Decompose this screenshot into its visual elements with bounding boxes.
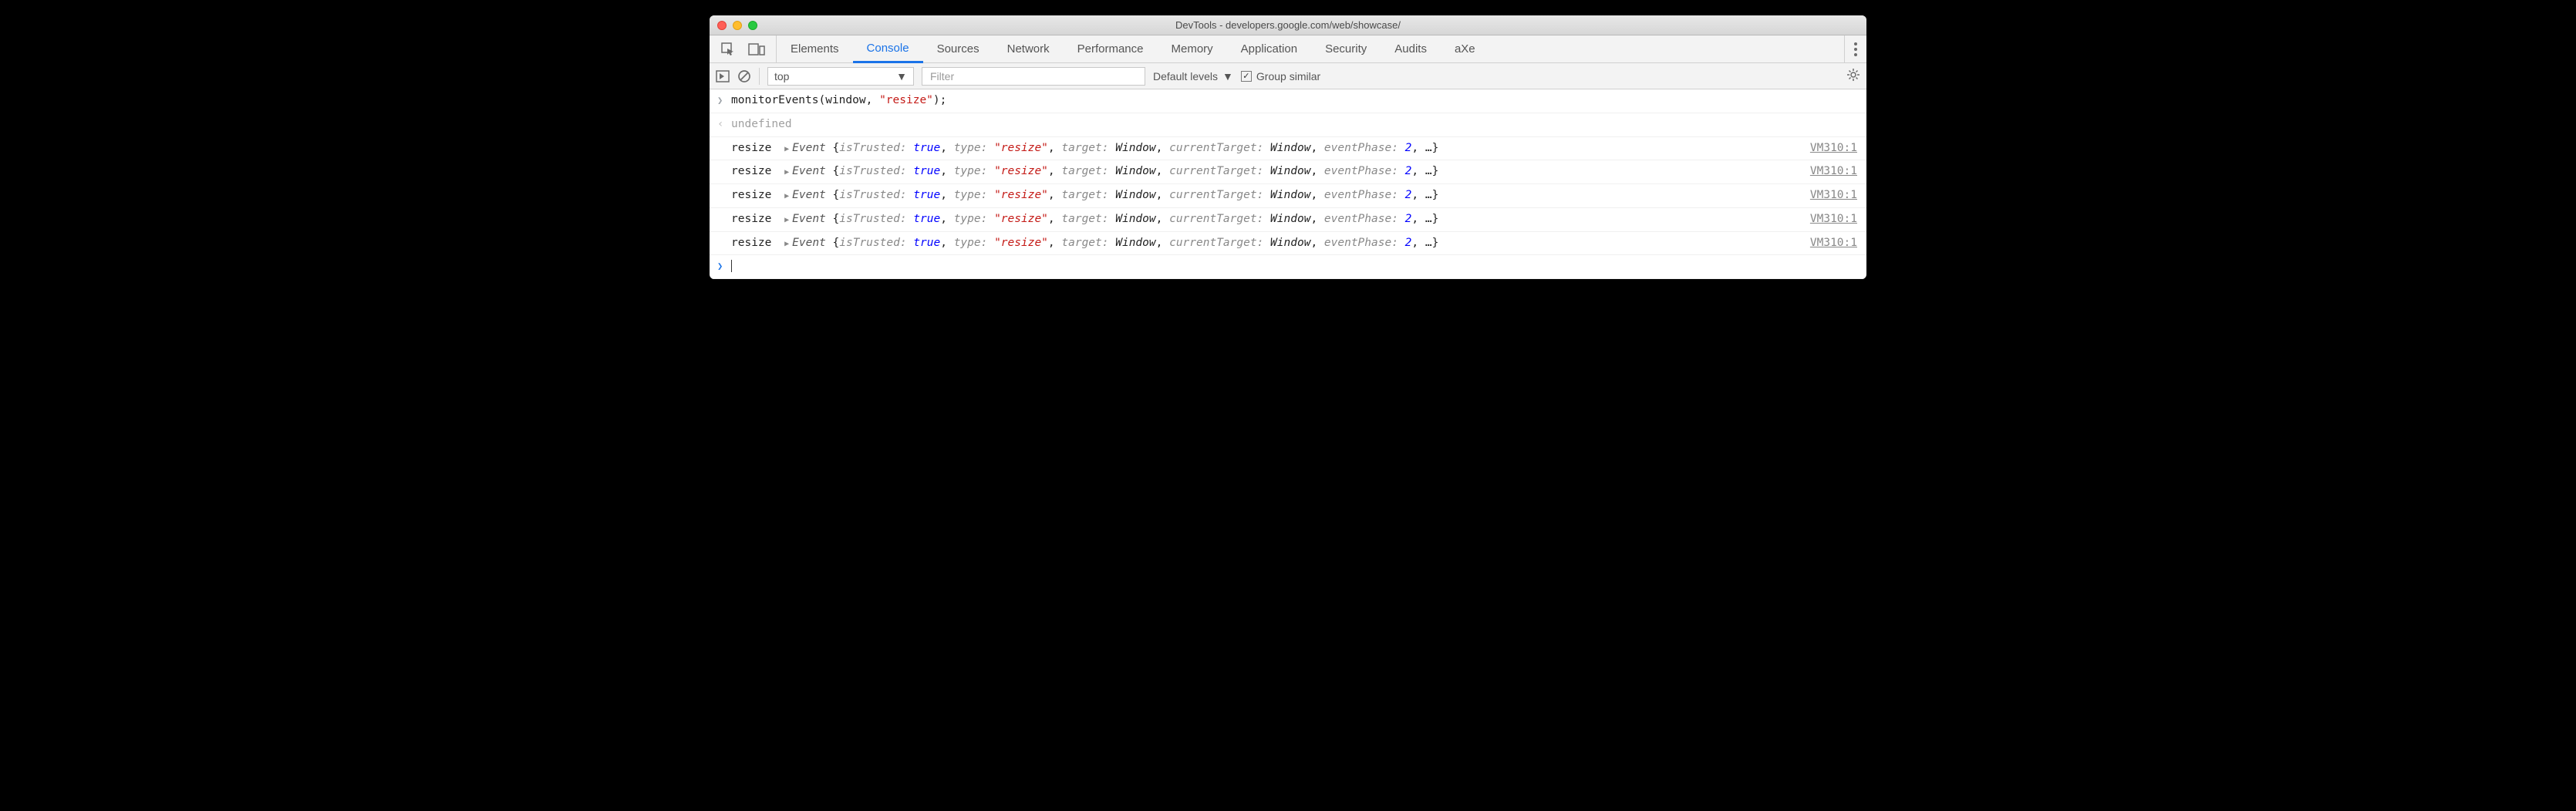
traffic-lights xyxy=(717,21,757,30)
device-toolbar-icon[interactable] xyxy=(748,42,765,57)
inspect-toggle-group xyxy=(710,35,777,62)
toggle-sidebar-icon[interactable] xyxy=(716,70,730,82)
tab-axe[interactable]: aXe xyxy=(1441,35,1489,62)
window-title: DevTools - developers.google.com/web/sho… xyxy=(710,19,1866,31)
group-similar-checkbox[interactable]: ✓ Group similar xyxy=(1241,70,1320,82)
toolbar-divider xyxy=(759,68,760,85)
log-content[interactable]: resize Event {isTrusted: true, type: "re… xyxy=(731,187,1798,204)
expand-icon[interactable] xyxy=(784,235,789,252)
source-link[interactable]: VM310:1 xyxy=(1798,163,1857,180)
console-log-row: resize Event {isTrusted: true, type: "re… xyxy=(710,160,1866,184)
source-link[interactable]: VM310:1 xyxy=(1798,187,1857,204)
console-toolbar: top ▼ Default levels ▼ ✓ Group similar xyxy=(710,63,1866,89)
tab-application[interactable]: Application xyxy=(1227,35,1311,62)
prompt-out-icon xyxy=(717,116,731,133)
close-window-button[interactable] xyxy=(717,21,727,30)
group-similar-label: Group similar xyxy=(1256,70,1320,82)
console-input-row: monitorEvents(window, "resize"); xyxy=(710,89,1866,113)
console-output: monitorEvents(window, "resize"); undefin… xyxy=(710,89,1866,279)
console-prompt-row[interactable] xyxy=(710,255,1866,279)
expand-icon[interactable] xyxy=(784,187,789,204)
console-result-text: undefined xyxy=(731,116,1857,133)
console-filter-input[interactable] xyxy=(922,67,1145,86)
log-content[interactable]: resize Event {isTrusted: true, type: "re… xyxy=(731,140,1798,157)
log-content[interactable]: resize Event {isTrusted: true, type: "re… xyxy=(731,163,1798,180)
console-log-row: resize Event {isTrusted: true, type: "re… xyxy=(710,232,1866,256)
chevron-down-icon: ▼ xyxy=(896,70,907,82)
checkbox-box: ✓ xyxy=(1241,71,1252,82)
prompt-in-icon xyxy=(717,93,731,109)
tabbar-right xyxy=(1844,35,1866,62)
source-link[interactable]: VM310:1 xyxy=(1798,140,1857,157)
source-link[interactable]: VM310:1 xyxy=(1798,235,1857,252)
tab-audits[interactable]: Audits xyxy=(1381,35,1441,62)
execution-context-label: top xyxy=(774,70,789,82)
tab-performance[interactable]: Performance xyxy=(1064,35,1158,62)
source-link[interactable]: VM310:1 xyxy=(1798,211,1857,228)
expand-icon[interactable] xyxy=(784,163,789,180)
kebab-menu-icon[interactable] xyxy=(1854,42,1857,56)
console-input-text[interactable]: monitorEvents(window, "resize"); xyxy=(731,93,1857,109)
execution-context-select[interactable]: top ▼ xyxy=(767,67,914,86)
console-prompt-input[interactable] xyxy=(731,258,1857,275)
panel-tabbar: ElementsConsoleSourcesNetworkPerformance… xyxy=(710,35,1866,63)
console-log-row: resize Event {isTrusted: true, type: "re… xyxy=(710,137,1866,161)
console-log-row: resize Event {isTrusted: true, type: "re… xyxy=(710,184,1866,208)
tab-sources[interactable]: Sources xyxy=(923,35,993,62)
zoom-window-button[interactable] xyxy=(748,21,757,30)
devtools-window: DevTools - developers.google.com/web/sho… xyxy=(710,15,1866,279)
expand-icon[interactable] xyxy=(784,211,789,228)
clear-console-icon[interactable] xyxy=(737,69,751,83)
tab-network[interactable]: Network xyxy=(993,35,1064,62)
expand-icon[interactable] xyxy=(784,140,789,157)
console-log-row: resize Event {isTrusted: true, type: "re… xyxy=(710,208,1866,232)
console-result-row: undefined xyxy=(710,113,1866,137)
titlebar[interactable]: DevTools - developers.google.com/web/sho… xyxy=(710,15,1866,35)
inspect-element-icon[interactable] xyxy=(720,42,736,57)
prompt-active-icon xyxy=(717,258,731,275)
log-content[interactable]: resize Event {isTrusted: true, type: "re… xyxy=(731,211,1798,228)
panel-tabs: ElementsConsoleSourcesNetworkPerformance… xyxy=(777,35,1489,62)
tab-elements[interactable]: Elements xyxy=(777,35,853,62)
chevron-down-icon: ▼ xyxy=(1222,70,1233,82)
tab-console[interactable]: Console xyxy=(853,35,923,63)
minimize-window-button[interactable] xyxy=(733,21,742,30)
console-settings-icon[interactable] xyxy=(1846,68,1860,84)
tab-security[interactable]: Security xyxy=(1311,35,1381,62)
tab-memory[interactable]: Memory xyxy=(1158,35,1227,62)
log-levels-select[interactable]: Default levels ▼ xyxy=(1153,70,1233,82)
log-content[interactable]: resize Event {isTrusted: true, type: "re… xyxy=(731,235,1798,252)
log-levels-label: Default levels xyxy=(1153,70,1218,82)
